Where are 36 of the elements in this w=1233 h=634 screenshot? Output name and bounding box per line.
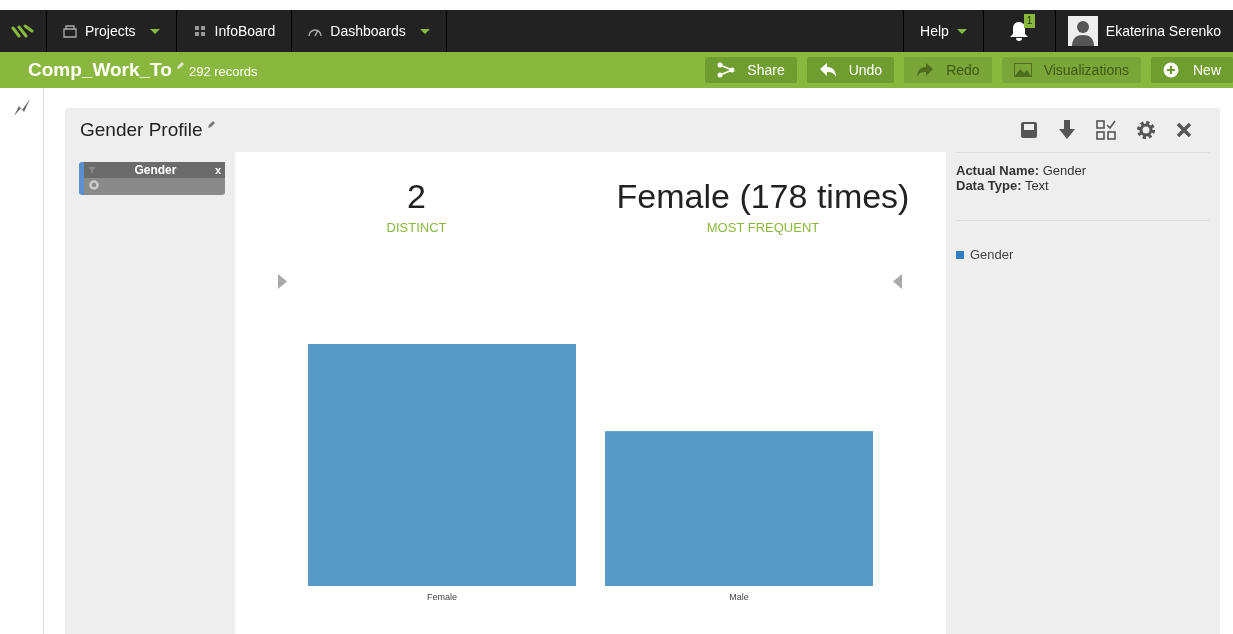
user-name[interactable]: Ekaterina Serenko xyxy=(1105,20,1221,42)
axis-label: Female xyxy=(427,592,457,602)
axis-label: Male xyxy=(729,592,749,602)
caret-icon[interactable] xyxy=(956,28,967,34)
folder-icon[interactable] xyxy=(63,24,77,38)
close-icon[interactable] xyxy=(1176,122,1192,138)
panel-title: Gender Profile xyxy=(80,117,203,142)
legend-label: Gender xyxy=(970,246,1014,264)
logo-icon[interactable] xyxy=(11,24,35,38)
grid-check-icon[interactable] xyxy=(1096,120,1116,140)
project-title: Comp_Work_To xyxy=(28,57,172,82)
grid-icon[interactable] xyxy=(192,24,207,38)
remove-filter-button[interactable]: x xyxy=(214,161,221,179)
stat-value: 2 xyxy=(407,176,426,216)
stat-caption: MOST FREQUENT xyxy=(706,219,820,237)
filter-label: Gender xyxy=(133,162,178,179)
filter-chip[interactable]: Gender x xyxy=(79,162,225,195)
toolbar-button[interactable]: Share xyxy=(705,57,797,83)
info-line: Actual Name: Gender xyxy=(956,163,1088,178)
record-count: 292 records xyxy=(188,63,258,82)
settings-icon[interactable] xyxy=(1136,120,1156,140)
stat-caption: DISTINCT xyxy=(386,219,447,237)
info-line: Data Type: Text xyxy=(956,178,1050,193)
save-icon[interactable] xyxy=(1020,121,1038,139)
toolbar-button[interactable]: Undo xyxy=(806,57,895,83)
notification-badge: 1 xyxy=(1023,14,1036,28)
toolbar-button[interactable]: New xyxy=(1151,57,1233,83)
caret-icon[interactable] xyxy=(419,28,430,34)
undo-arrow-icon[interactable] xyxy=(818,62,837,78)
share-icon[interactable] xyxy=(717,62,736,78)
avatar-icon[interactable] xyxy=(1067,16,1098,46)
stat-value: Female (178 times) xyxy=(616,176,910,216)
plus-icon[interactable] xyxy=(1163,62,1181,78)
pencil-icon[interactable] xyxy=(207,120,216,128)
caret-icon[interactable] xyxy=(149,28,160,34)
download-icon[interactable] xyxy=(1058,120,1076,140)
